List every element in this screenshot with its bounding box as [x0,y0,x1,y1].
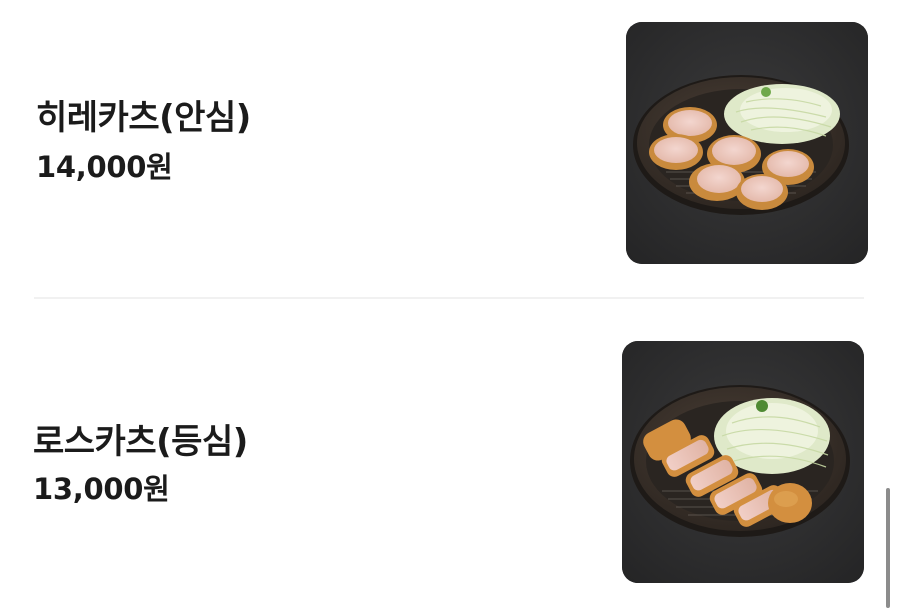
menu-item-name: 로스카츠(등심) [33,422,248,462]
menu-item-hire-katsu[interactable]: 히레카츠(안심) 14,000원 [0,14,880,274]
menu-item-price: 13,000원 [33,472,170,506]
hire-katsu-plate-photo [626,22,868,264]
menu-item-photo[interactable] [622,341,864,583]
menu-list: 히레카츠(안심) 14,000원 로스카츠(등심) 13,000원 [0,0,900,608]
menu-divider [34,297,864,299]
menu-item-price: 14,000원 [36,150,173,184]
menu-item-rosu-katsu[interactable]: 로스카츠(등심) 13,000원 [0,332,880,592]
menu-item-name: 히레카츠(안심) [36,98,251,138]
menu-item-photo[interactable] [626,22,868,264]
rosu-katsu-plate-photo [622,341,864,583]
vertical-scrollbar[interactable] [886,488,890,608]
